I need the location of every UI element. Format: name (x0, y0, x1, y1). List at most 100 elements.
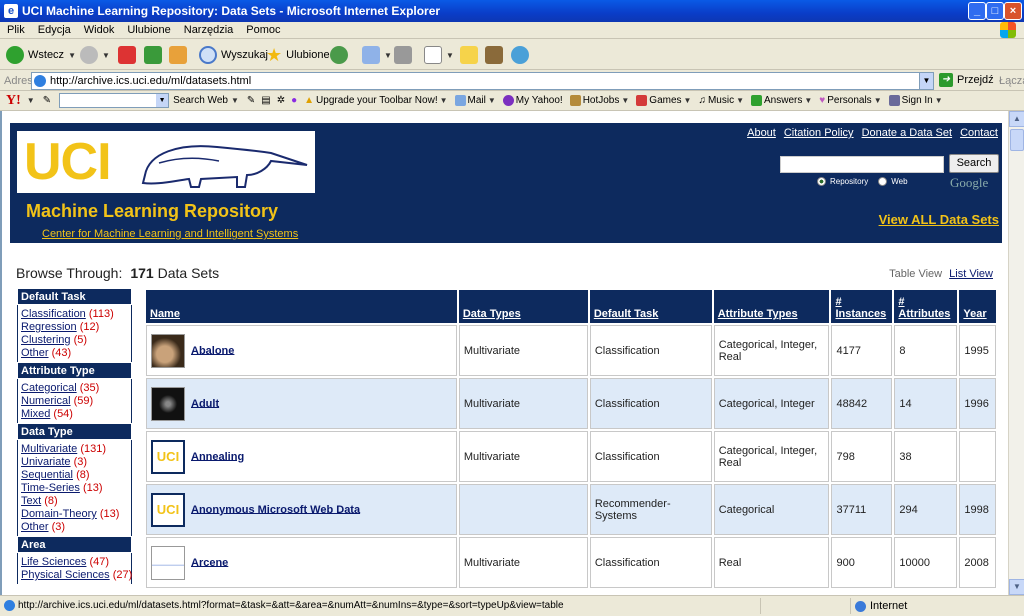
filter-link[interactable]: Regression (21, 321, 77, 333)
filter-link[interactable]: Multivariate (21, 443, 77, 455)
yahoo-answers[interactable]: Answers ▼ (751, 95, 812, 106)
sidebar-filter-item[interactable]: Clustering (5) (21, 334, 128, 347)
research-button[interactable] (485, 44, 503, 66)
sidebar-filter-item[interactable]: Numerical (59) (21, 395, 128, 408)
close-button[interactable]: × (1004, 2, 1022, 20)
col-year[interactable]: Year (959, 290, 996, 323)
notes-button[interactable] (460, 44, 478, 66)
yahoo-upgrade[interactable]: ▲ Upgrade your Toolbar Now! ▼ (304, 95, 447, 106)
window-title-bar[interactable]: e UCI Machine Learning Repository: Data … (0, 0, 1024, 22)
print-button[interactable] (394, 44, 412, 66)
yahoo-games[interactable]: Games ▼ (636, 95, 691, 106)
about-link[interactable]: About (747, 127, 776, 139)
yahoo-hotjobs[interactable]: HotJobs ▼ (569, 95, 629, 106)
sidebar-filter-item[interactable]: Life Sciences (47) (21, 556, 128, 569)
pencil-icon[interactable]: ✎ (43, 95, 51, 106)
yahoo-personals[interactable]: ♥ Personals ▼ (819, 95, 881, 106)
view-all-link[interactable]: View ALL Data Sets (879, 212, 999, 227)
yahoo-music[interactable]: ♫ Music ▼ (698, 95, 744, 106)
col-name[interactable]: Name (146, 290, 457, 323)
links-label[interactable]: Łącza (999, 75, 1024, 87)
dataset-name-link[interactable]: Adult (191, 397, 219, 409)
photo-thumbnail-icon[interactable] (151, 333, 185, 368)
filter-link[interactable]: Other (21, 347, 49, 359)
yahoo-mail[interactable]: Mail ▼ (454, 95, 496, 106)
sidebar-filter-item[interactable]: Multivariate (131) (21, 443, 128, 456)
menu-file[interactable]: Plik (0, 22, 31, 36)
menu-edit[interactable]: Edycja (31, 22, 77, 36)
address-dropdown[interactable]: ▼ (919, 73, 933, 89)
scroll-down-button[interactable]: ▼ (1009, 579, 1024, 595)
uci-logo[interactable]: UCI (17, 131, 315, 193)
uci-thumbnail-icon[interactable]: UCI (151, 439, 185, 474)
filter-link[interactable]: Domain-Theory (21, 508, 97, 520)
filter-link[interactable]: Classification (21, 308, 86, 320)
stop-button[interactable] (118, 44, 136, 66)
filter-link[interactable]: Univariate (21, 456, 71, 468)
sidebar-filter-item[interactable]: Other (3) (21, 521, 128, 534)
filter-link[interactable]: Numerical (21, 395, 71, 407)
menu-help[interactable]: Pomoc (239, 22, 286, 36)
filter-link[interactable]: Clustering (21, 334, 71, 346)
col-attribute-types[interactable]: Attribute Types (713, 290, 830, 323)
col-attributes[interactable]: # Attributes (894, 290, 958, 323)
settings-icon[interactable]: ✲ (277, 95, 285, 106)
sidebar-filter-item[interactable]: Categorical (35) (21, 382, 128, 395)
forward-button[interactable]: ▼ (80, 44, 110, 66)
sidebar-filter-item[interactable]: Domain-Theory (13) (21, 508, 128, 521)
dataset-name-link[interactable]: Arcene (191, 556, 228, 568)
filter-link[interactable]: Sequential (21, 469, 73, 481)
sidebar-filter-item[interactable]: Classification (113) (21, 308, 128, 321)
center-link[interactable]: Center for Machine Learning and Intellig… (42, 228, 298, 240)
filter-link[interactable]: Physical Sciences (21, 569, 110, 581)
col-instances[interactable]: # Instances (831, 290, 893, 323)
back-button[interactable]: Wstecz ▼ (6, 44, 76, 66)
col-default-task[interactable]: Default Task (589, 290, 712, 323)
home-button[interactable] (169, 44, 187, 66)
col-data-types[interactable]: Data Types (458, 290, 588, 323)
dataset-name-link[interactable]: Anonymous Microsoft Web Data (191, 503, 360, 515)
yahoo-circle-icon[interactable]: ● (291, 95, 297, 106)
sidebar-filter-item[interactable]: Regression (12) (21, 321, 128, 334)
contact-link[interactable]: Contact (960, 127, 998, 139)
search-web-button[interactable]: Search Web (173, 95, 228, 106)
radio-web[interactable] (878, 177, 888, 186)
filter-link[interactable]: Time-Series (21, 482, 80, 494)
go-button[interactable]: ➜ Przejdź (939, 73, 994, 87)
filter-link[interactable]: Other (21, 521, 49, 533)
edit-button[interactable]: ▼ (424, 44, 454, 66)
search-toolbar-button[interactable]: Wyszukaj (199, 44, 268, 66)
repository-search-input[interactable] (780, 156, 944, 173)
toolbar-menu-icon[interactable]: ▤ (261, 95, 270, 106)
filter-link[interactable]: Life Sciences (21, 556, 86, 568)
sidebar-filter-item[interactable]: Mixed (54) (21, 408, 128, 421)
dataset-name-link[interactable]: Annealing (191, 450, 244, 462)
address-input[interactable]: http://archive.ics.uci.edu/ml/datasets.h… (31, 72, 934, 90)
refresh-button[interactable] (144, 44, 162, 66)
filter-link[interactable]: Text (21, 495, 41, 507)
sidebar-filter-item[interactable]: Text (8) (21, 495, 128, 508)
highlight-icon[interactable]: ✎ (247, 95, 255, 106)
messenger-button[interactable] (511, 44, 529, 66)
plot-thumbnail-icon[interactable] (151, 545, 185, 580)
yahoo-logo-icon[interactable]: Y! (6, 93, 21, 109)
uci-thumbnail-icon[interactable]: UCI (151, 492, 185, 527)
favorites-button[interactable]: ★ Ulubione (266, 44, 330, 66)
history-button[interactable] (330, 44, 348, 66)
menu-view[interactable]: Widok (77, 22, 121, 36)
dataset-name-link[interactable]: Abalone (191, 344, 234, 356)
sidebar-filter-item[interactable]: Sequential (8) (21, 469, 128, 482)
yahoo-search-input[interactable]: ▼ (59, 93, 170, 108)
minimize-button[interactable]: _ (968, 2, 986, 20)
search-button[interactable]: Search (949, 154, 999, 173)
scroll-thumb[interactable] (1010, 129, 1024, 151)
yahoo-my[interactable]: My Yahoo! (502, 95, 563, 106)
menu-tools[interactable]: Narzędzia (177, 22, 240, 36)
sidebar-filter-item[interactable]: Univariate (3) (21, 456, 128, 469)
list-view-link[interactable]: List View (949, 268, 993, 280)
repository-title[interactable]: Machine Learning Repository (26, 201, 278, 222)
scroll-up-button[interactable]: ▲ (1009, 111, 1024, 127)
filter-link[interactable]: Categorical (21, 382, 77, 394)
citation-policy-link[interactable]: Citation Policy (784, 127, 854, 139)
radio-repository[interactable] (817, 177, 826, 186)
